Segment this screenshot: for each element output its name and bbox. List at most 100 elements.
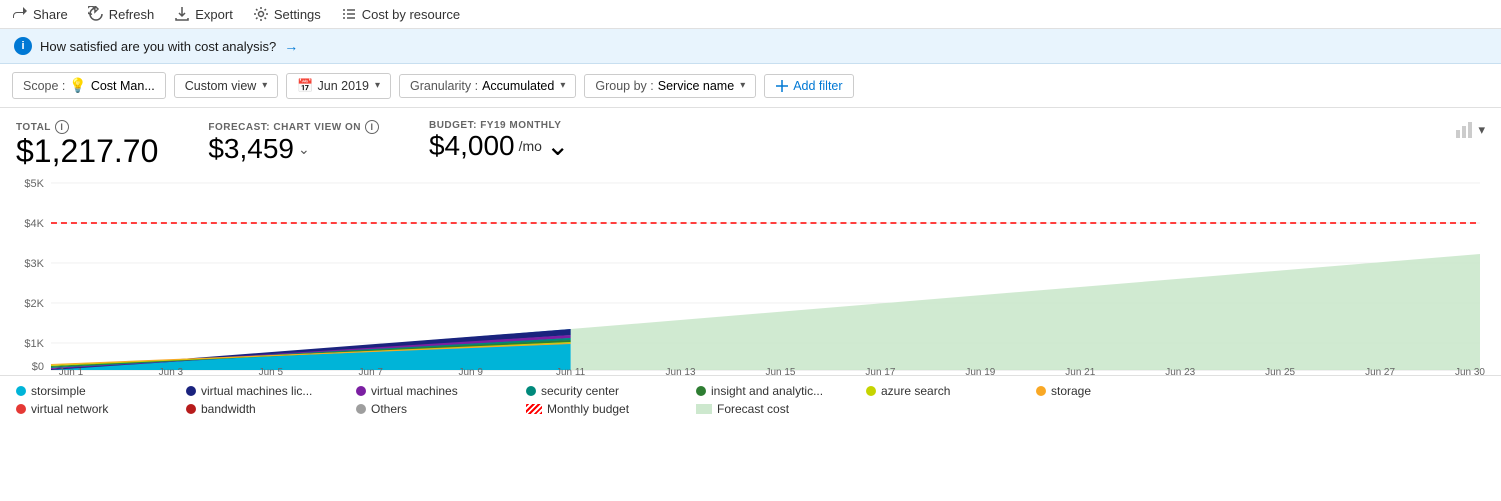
scope-value: Cost Man...	[91, 79, 155, 93]
date-filter[interactable]: 📅 Jun 2019 ▾	[286, 73, 391, 99]
budget-metric: BUDGET: FY19 MONTHLY $4,000 /mo ⌄	[429, 120, 569, 162]
legend-stripe-icon	[526, 404, 542, 414]
export-icon	[174, 6, 190, 22]
info-text: How satisfied are you with cost analysis…	[40, 39, 276, 54]
export-button[interactable]: Export	[174, 6, 233, 22]
settings-button[interactable]: Settings	[253, 6, 321, 22]
add-filter-icon	[775, 79, 789, 93]
legend-dot	[356, 386, 366, 396]
group-by-label: Group by :	[595, 79, 653, 93]
budget-suffix: /mo	[519, 139, 542, 154]
scope-icon: 💡	[69, 77, 86, 94]
legend-dot	[356, 404, 366, 414]
chevron-down-icon: ▾	[740, 80, 745, 91]
custom-view-label: Custom view	[185, 79, 257, 93]
scope-filter[interactable]: Scope : 💡 Cost Man...	[12, 72, 166, 99]
legend-azure-search: azure search	[866, 384, 1016, 398]
svg-text:Jun 5: Jun 5	[259, 367, 284, 375]
chevron-down-icon: ▾	[375, 80, 380, 91]
total-value: $1,217.70	[16, 134, 158, 169]
legend-dot	[186, 404, 196, 414]
forecast-value: $3,459 ⌄	[208, 134, 379, 165]
budget-value: $4,000 /mo ⌄	[429, 131, 569, 162]
svg-text:Jun 25: Jun 25	[1265, 367, 1295, 375]
svg-text:Jun 23: Jun 23	[1165, 367, 1195, 375]
cost-by-resource-button[interactable]: Cost by resource	[341, 6, 460, 22]
custom-view-filter[interactable]: Custom view ▾	[174, 74, 279, 98]
forecast-info-icon[interactable]: i	[365, 120, 379, 134]
chart-area: $5K $4K $3K $2K $1K $0	[0, 175, 1501, 375]
svg-text:Jun 17: Jun 17	[865, 367, 895, 375]
forecast-label: FORECAST: CHART VIEW ON i	[208, 120, 379, 134]
granularity-filter[interactable]: Granularity : Accumulated ▾	[399, 74, 576, 98]
main-chart: $5K $4K $3K $2K $1K $0	[16, 175, 1485, 375]
svg-text:Jun 7: Jun 7	[359, 367, 384, 375]
settings-icon	[253, 6, 269, 22]
legend-vm-lic: virtual machines lic...	[186, 384, 336, 398]
granularity-label: Granularity :	[410, 79, 478, 93]
group-by-filter[interactable]: Group by : Service name ▾	[584, 74, 756, 98]
metrics-area: TOTAL i $1,217.70 FORECAST: CHART VIEW O…	[0, 108, 1501, 175]
filter-bar: Scope : 💡 Cost Man... Custom view ▾ 📅 Ju…	[0, 64, 1501, 108]
svg-text:$3K: $3K	[24, 258, 44, 270]
chart-icon	[1456, 122, 1476, 138]
scope-label: Scope :	[23, 79, 65, 93]
svg-text:$4K: $4K	[24, 218, 44, 230]
svg-text:$2K: $2K	[24, 298, 44, 310]
share-button[interactable]: Share	[12, 6, 68, 22]
refresh-icon	[88, 6, 104, 22]
legend-row-2: virtual network bandwidth Others Monthly…	[16, 402, 1485, 416]
svg-text:Jun 1: Jun 1	[59, 367, 84, 375]
chart-view-button[interactable]: ▾	[1456, 122, 1485, 138]
date-label: Jun 2019	[318, 79, 369, 93]
legend-dot	[16, 404, 26, 414]
info-arrow[interactable]: →	[284, 38, 298, 54]
granularity-value: Accumulated	[482, 79, 554, 93]
info-bar: i How satisfied are you with cost analys…	[0, 29, 1501, 64]
legend-dot	[866, 386, 876, 396]
legend-vm: virtual machines	[356, 384, 506, 398]
legend-dot	[186, 386, 196, 396]
svg-text:Jun 19: Jun 19	[965, 367, 995, 375]
legend-virtual-network: virtual network	[16, 402, 166, 416]
add-filter-button[interactable]: Add filter	[764, 74, 853, 98]
total-info-icon[interactable]: i	[55, 120, 69, 134]
svg-text:Jun 13: Jun 13	[666, 367, 696, 375]
total-label: TOTAL i	[16, 120, 158, 134]
toolbar: Share Refresh Export Settings Cost by re…	[0, 0, 1501, 29]
svg-text:Jun 30: Jun 30	[1455, 367, 1485, 375]
share-icon	[12, 6, 28, 22]
svg-text:$0: $0	[32, 361, 44, 373]
chevron-down-icon: ▾	[262, 80, 267, 91]
legend-area: storsimple virtual machines lic... virtu…	[0, 375, 1501, 424]
legend-dot	[1036, 386, 1046, 396]
info-icon: i	[14, 37, 32, 55]
svg-text:Jun 27: Jun 27	[1365, 367, 1395, 375]
chevron-down-icon: ⌄	[546, 131, 569, 162]
legend-forecast-cost: Forecast cost	[696, 402, 846, 416]
legend-forecast-icon	[696, 404, 712, 414]
svg-text:Jun 3: Jun 3	[159, 367, 184, 375]
svg-text:Jun 9: Jun 9	[458, 367, 483, 375]
svg-text:Jun 11: Jun 11	[556, 367, 586, 375]
group-by-value: Service name	[658, 79, 734, 93]
list-icon	[341, 6, 357, 22]
legend-monthly-budget: Monthly budget	[526, 402, 676, 416]
calendar-icon: 📅	[297, 78, 313, 94]
legend-dot	[696, 386, 706, 396]
legend-dot	[526, 386, 536, 396]
legend-storage: storage	[1036, 384, 1186, 398]
svg-text:Jun 21: Jun 21	[1065, 367, 1095, 375]
total-metric: TOTAL i $1,217.70	[16, 120, 158, 169]
add-filter-label: Add filter	[793, 79, 842, 93]
legend-security: security center	[526, 384, 676, 398]
legend-others: Others	[356, 402, 506, 416]
refresh-button[interactable]: Refresh	[88, 6, 155, 22]
chart-container: $5K $4K $3K $2K $1K $0	[16, 175, 1485, 375]
chevron-down-icon: ⌄	[298, 142, 310, 157]
legend-dot	[16, 386, 26, 396]
legend-insight: insight and analytic...	[696, 384, 846, 398]
svg-text:Jun 15: Jun 15	[765, 367, 795, 375]
legend-storsimple: storsimple	[16, 384, 166, 398]
legend-bandwidth: bandwidth	[186, 402, 336, 416]
